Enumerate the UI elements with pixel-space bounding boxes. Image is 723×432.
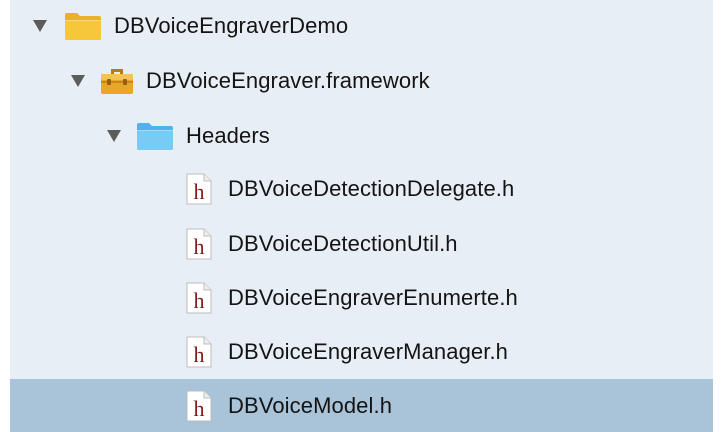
tree-item-project[interactable]: DBVoiceEngraverDemo [10,0,713,52]
svg-text:h: h [194,179,205,204]
svg-text:h: h [194,396,205,421]
header-file-icon: h [186,173,212,205]
project-navigator: DBVoiceEngraverDemo DBVoiceEngraver.fram… [0,0,723,432]
tree-item-file[interactable]: h DBVoiceEngraverEnumerte.h [10,272,713,324]
tree-item-file[interactable]: h DBVoiceDetectionDelegate.h [10,163,713,215]
disclosure-triangle-icon[interactable] [32,19,48,33]
tree-item-file-selected[interactable]: h DBVoiceModel.h [10,379,713,432]
tree-item-file[interactable]: h DBVoiceEngraverManager.h [10,326,713,378]
tree-item-label: DBVoiceDetectionDelegate.h [228,176,515,201]
header-file-icon: h [186,336,212,368]
svg-text:h: h [194,288,205,313]
tree-item-label: Headers [186,123,270,148]
tree-item-label: DBVoiceDetectionUtil.h [228,231,458,256]
tree-item-label: DBVoiceEngraver.framework [146,68,430,93]
header-file-icon: h [186,282,212,314]
tree-item-framework[interactable]: DBVoiceEngraver.framework [10,55,713,107]
svg-text:h: h [194,342,205,367]
disclosure-triangle-icon[interactable] [106,129,122,143]
navigator-tree: DBVoiceEngraverDemo DBVoiceEngraver.fram… [10,0,713,432]
tree-item-headers-folder[interactable]: Headers [10,110,713,162]
header-file-icon: h [186,390,212,422]
folder-icon [64,11,102,41]
folder-icon [136,121,174,151]
tree-item-label: DBVoiceModel.h [228,392,393,418]
disclosure-triangle-icon[interactable] [70,74,86,88]
svg-text:h: h [194,234,205,259]
tree-item-file[interactable]: h DBVoiceDetectionUtil.h [10,218,713,270]
header-file-icon: h [186,228,212,260]
tree-item-label: DBVoiceEngraverManager.h [228,339,509,364]
framework-toolbox-icon [100,65,134,97]
tree-item-label: DBVoiceEngraverDemo [114,13,349,38]
tree-item-label: DBVoiceEngraverEnumerte.h [228,285,518,310]
